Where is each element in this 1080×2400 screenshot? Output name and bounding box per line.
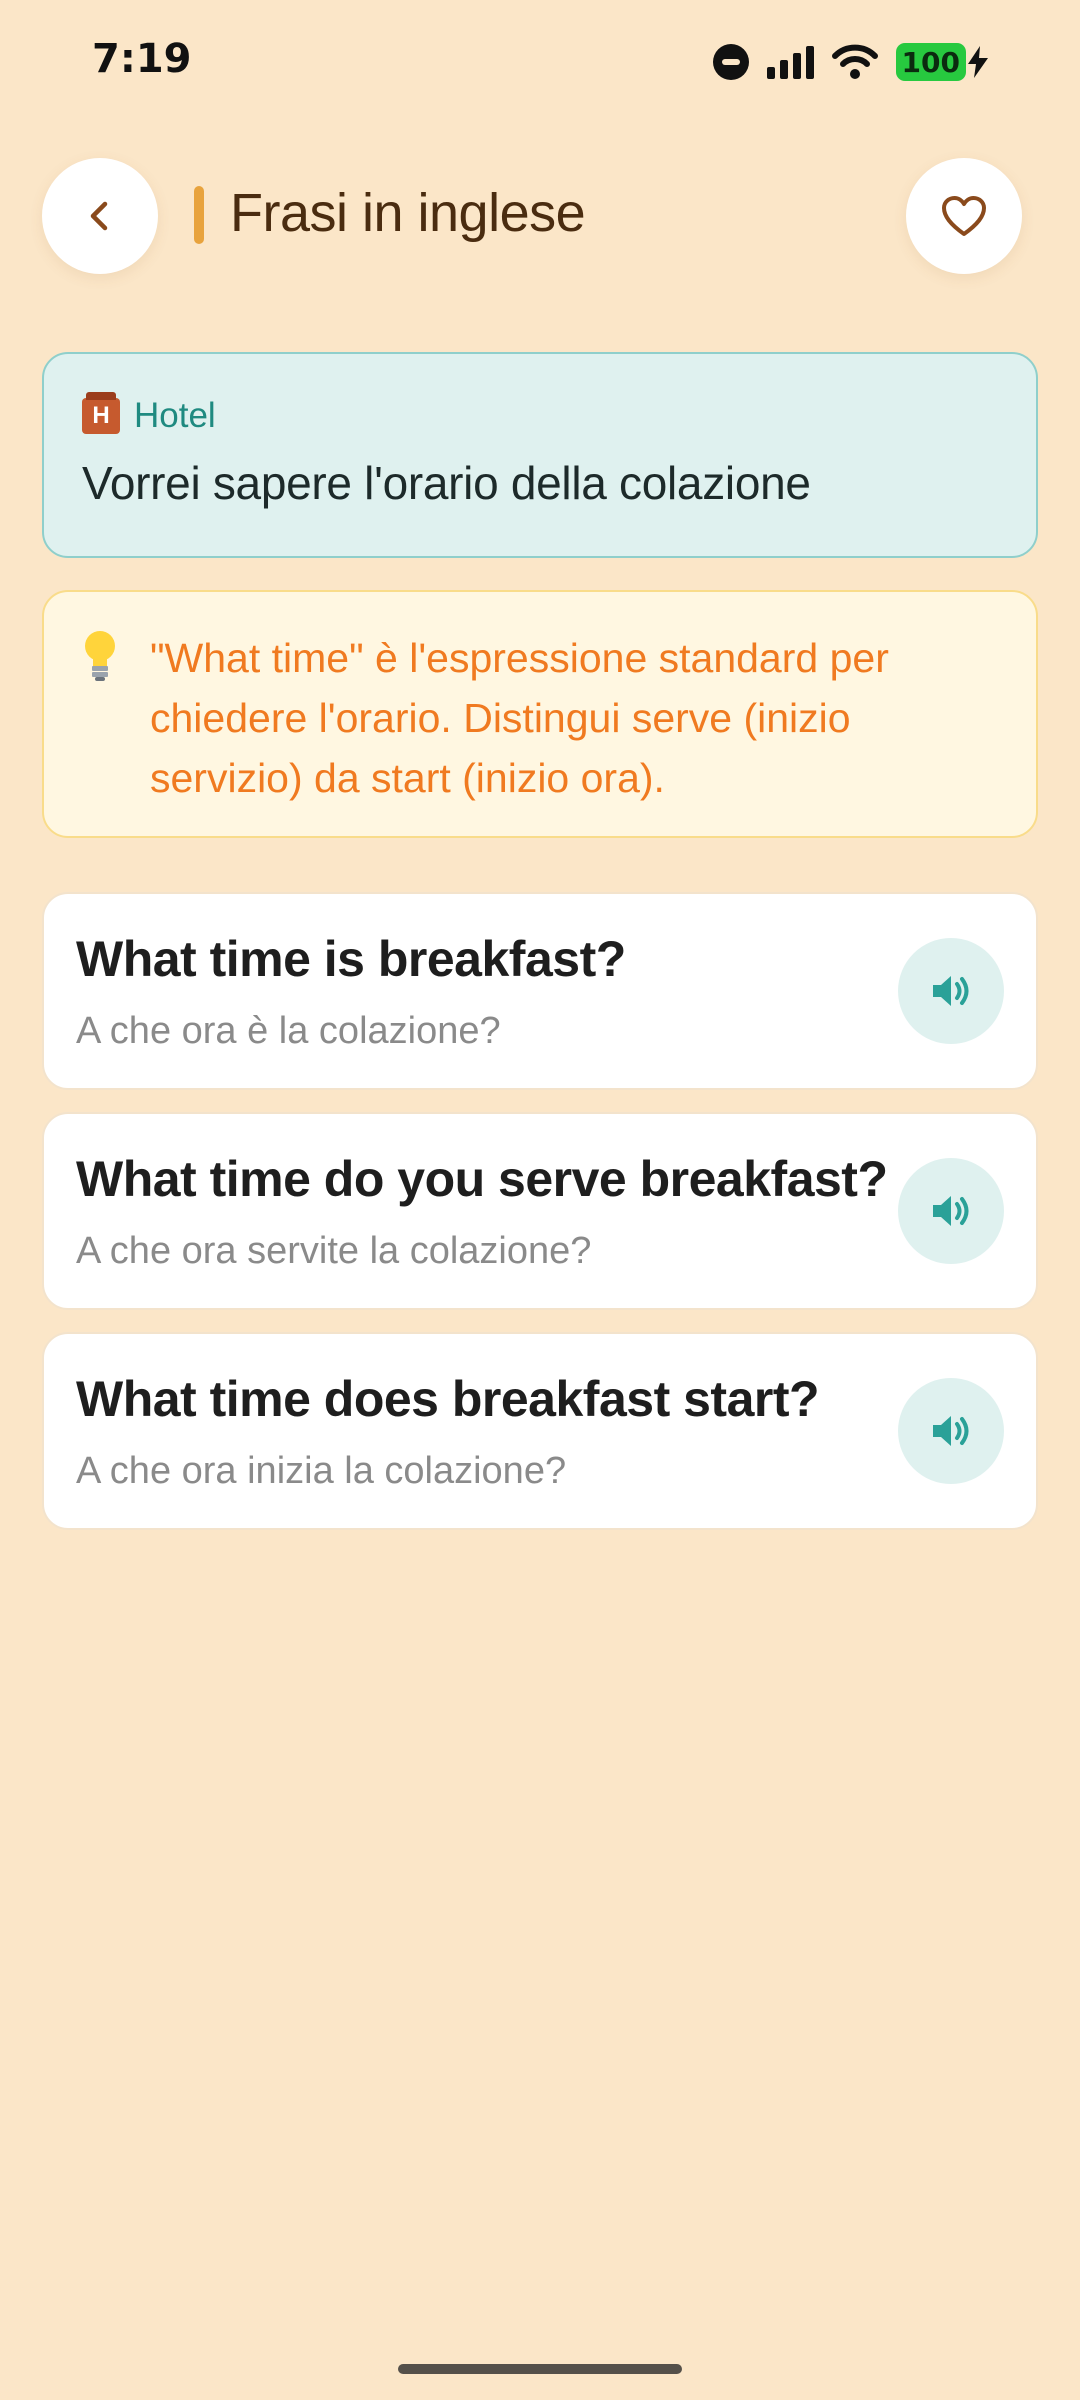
battery-level: 100 <box>895 43 966 81</box>
status-icons: 100 <box>712 38 988 86</box>
title-accent-bar <box>194 186 204 244</box>
charging-bolt-icon <box>968 46 988 78</box>
context-card: H Hotel Vorrei sapere l'orario della col… <box>42 352 1038 558</box>
context-sentence: Vorrei sapere l'orario della colazione <box>82 457 811 509</box>
home-indicator[interactable] <box>398 2364 682 2374</box>
chevron-left-icon <box>90 201 108 231</box>
heart-outline-icon <box>942 196 986 236</box>
play-audio-button[interactable] <box>898 1378 1004 1484</box>
status-time: 7:19 <box>92 36 192 82</box>
tip-text: "What time" è l'espressione standard per… <box>150 635 889 801</box>
hotel-icon: H <box>82 392 120 434</box>
battery-icon: 100 <box>895 43 988 81</box>
speaker-icon <box>933 976 969 1006</box>
signal-icon <box>766 45 814 79</box>
context-category: Hotel <box>134 396 216 435</box>
phrase-card[interactable]: What time does breakfast start? A che or… <box>42 1332 1038 1530</box>
screen: 7:19 100 Frasi in inglese H Hotel Vorrei… <box>0 0 1080 2400</box>
context-tag: H Hotel <box>82 392 998 436</box>
back-button[interactable] <box>42 158 158 274</box>
phrase-list: What time is breakfast? A che ora è la c… <box>42 892 1038 1552</box>
status-bar: 7:19 100 <box>0 0 1080 120</box>
tip-card: "What time" è l'espressione standard per… <box>42 590 1038 838</box>
wifi-icon <box>831 44 878 80</box>
light-bulb-icon <box>85 631 115 681</box>
phrase-card[interactable]: What time do you serve breakfast? A che … <box>42 1112 1038 1310</box>
phrase-card[interactable]: What time is breakfast? A che ora è la c… <box>42 892 1038 1090</box>
play-audio-button[interactable] <box>898 938 1004 1044</box>
phrase-italian: A che ora servite la colazione? <box>76 1230 592 1272</box>
phrase-italian: A che ora è la colazione? <box>76 1010 501 1052</box>
play-audio-button[interactable] <box>898 1158 1004 1264</box>
speaker-icon <box>933 1416 969 1446</box>
header: Frasi in inglese <box>42 158 1022 274</box>
phrase-english: What time do you serve breakfast? <box>76 1151 888 1207</box>
phrase-italian: A che ora inizia la colazione? <box>76 1450 567 1492</box>
favorite-button[interactable] <box>906 158 1022 274</box>
speaker-icon <box>933 1196 969 1226</box>
phrase-english: What time is breakfast? <box>76 931 626 987</box>
page-title: Frasi in inglese <box>230 183 586 243</box>
phrase-english: What time does breakfast start? <box>76 1371 820 1427</box>
do-not-disturb-icon <box>712 44 749 80</box>
